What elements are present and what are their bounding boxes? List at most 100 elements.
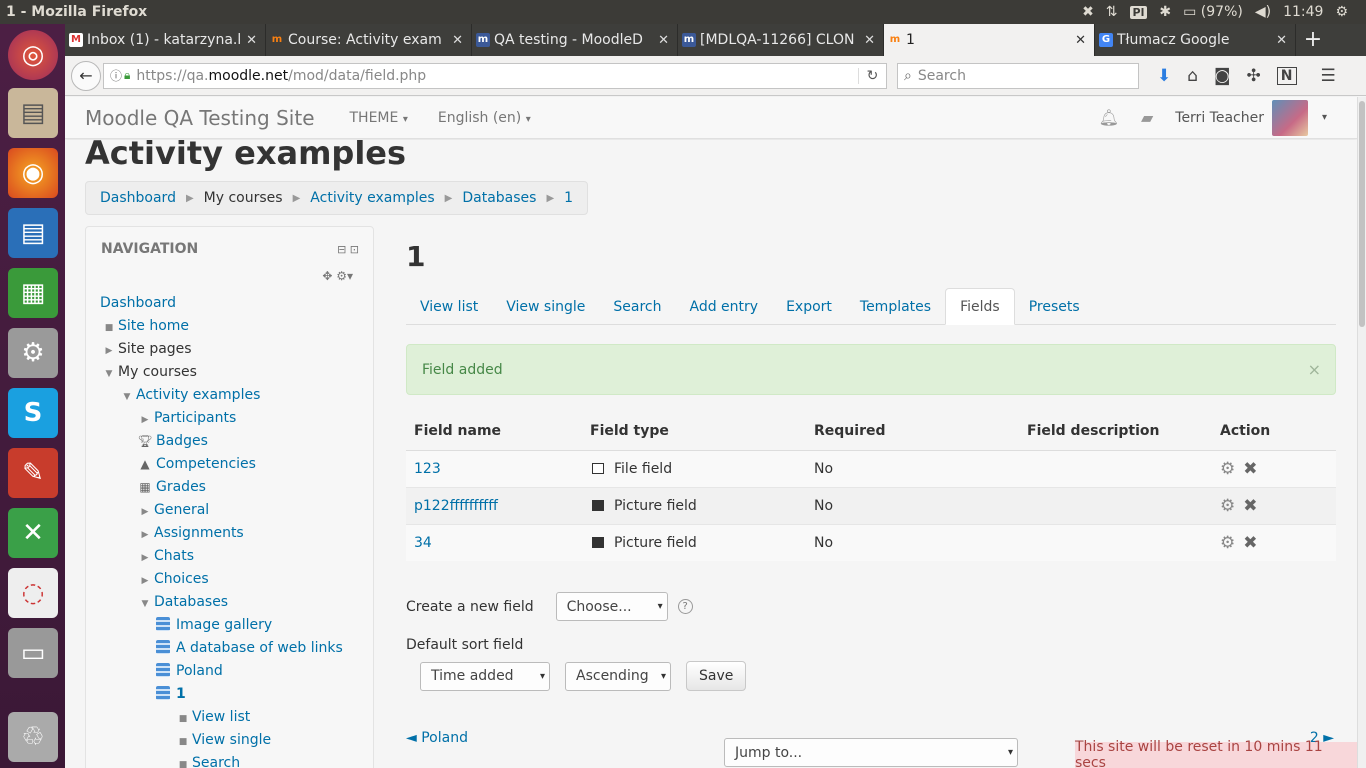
collapse-block-icon[interactable]: ⊟	[337, 243, 346, 256]
nav-item-badges[interactable]: 🏆︎ Badges	[136, 433, 208, 449]
messages-icon[interactable]: ▰	[1141, 108, 1153, 127]
create-field-select[interactable]: Choose...	[555, 592, 668, 621]
system-settings-icon[interactable]: ⚙	[1335, 4, 1348, 20]
xmind-icon[interactable]: ✕	[8, 508, 58, 558]
reload-icon[interactable]: ↻	[858, 67, 886, 84]
extension-icon[interactable]: ✣	[1247, 66, 1261, 86]
remote-desktop-icon[interactable]: ▭	[8, 628, 58, 678]
breadcrumb-current[interactable]: 1	[564, 190, 573, 206]
nav-item-image-gallery[interactable]: Image gallery	[156, 617, 272, 633]
browser-tab-inbox[interactable]: M Inbox (1) - katarzyna.k ✕	[65, 24, 266, 56]
system-tools-icon[interactable]: ⚙	[8, 328, 58, 378]
close-tab-icon[interactable]: ✕	[1075, 33, 1086, 48]
network-icon[interactable]: ✖	[1082, 4, 1094, 20]
back-button[interactable]: ←	[71, 60, 101, 91]
nav-item-web-links-db[interactable]: A database of web links	[156, 640, 343, 656]
nav-item-choices[interactable]: ▶ Choices	[136, 571, 209, 587]
dock-block-icon[interactable]: ⊡	[350, 243, 359, 256]
calc-icon[interactable]: ▦	[8, 268, 58, 318]
delete-icon[interactable]: ✖	[1243, 533, 1257, 553]
extension-n-icon[interactable]: N	[1276, 66, 1297, 85]
breadcrumb-databases[interactable]: Databases	[462, 190, 536, 206]
url-bar[interactable]: ⓘ 🔒︎ https://qa.moodle.net/mod/data/fiel…	[103, 62, 887, 89]
nav-item-current-db[interactable]: 1	[156, 686, 186, 702]
browser-tab-current[interactable]: m 1 ✕	[884, 24, 1095, 56]
delete-icon[interactable]: ✖	[1243, 459, 1257, 479]
download-icon[interactable]: ⬇	[1157, 66, 1171, 86]
volume-icon[interactable]: ◀)	[1255, 4, 1271, 20]
nav-item-general[interactable]: ▶ General	[136, 502, 210, 518]
theme-menu[interactable]: THEME ▾	[350, 110, 408, 126]
breadcrumb-dashboard[interactable]: Dashboard	[100, 190, 176, 206]
close-tab-icon[interactable]: ✕	[1276, 33, 1287, 48]
nav-item-search[interactable]: ■ Search	[174, 755, 240, 768]
nav-item-activity-examples[interactable]: ▼ Activity examples	[118, 387, 261, 403]
bluetooth-icon[interactable]: ✱	[1159, 4, 1171, 20]
field-name-link[interactable]: 123	[414, 461, 441, 477]
sort-field-select[interactable]: Time added	[420, 661, 550, 691]
tab-search[interactable]: Search	[599, 288, 675, 325]
browser-search-bar[interactable]: ⌕ Search	[897, 62, 1139, 89]
nav-item-my-courses[interactable]: ▼ My courses	[100, 364, 197, 380]
nav-item-view-list[interactable]: ■ View list	[174, 709, 251, 725]
nav-item-assignments[interactable]: ▶ Assignments	[136, 525, 244, 541]
close-tab-icon[interactable]: ✕	[452, 33, 463, 48]
skype-icon[interactable]: S	[8, 388, 58, 438]
sort-order-select[interactable]: Ascending	[565, 661, 671, 691]
tab-presets[interactable]: Presets	[1015, 288, 1094, 325]
browser-tab-translate[interactable]: G Tłumacz Google ✕	[1095, 24, 1296, 56]
site-name-link[interactable]: Moodle QA Testing Site	[85, 106, 315, 130]
nav-item-participants[interactable]: ▶ Participants	[136, 410, 237, 426]
field-name-link[interactable]: p122ffffffffff	[414, 498, 498, 514]
transfer-icon[interactable]: ⇅	[1106, 4, 1118, 20]
new-tab-button[interactable]: +	[1296, 24, 1330, 56]
firefox-icon[interactable]: ◉	[8, 148, 58, 198]
writer-icon[interactable]: ▤	[8, 208, 58, 258]
nav-item-view-single[interactable]: ■ View single	[174, 732, 271, 748]
nav-item-competencies[interactable]: ▲ Competencies	[136, 456, 256, 472]
close-tab-icon[interactable]: ✕	[246, 33, 257, 48]
help-icon[interactable]: ?	[677, 599, 693, 614]
scrollbar-thumb[interactable]	[1359, 101, 1365, 327]
ubuntu-dash-icon[interactable]: ◎	[8, 30, 58, 80]
field-name-link[interactable]: 34	[414, 535, 432, 551]
browser-tab-qa-testing[interactable]: m QA testing - MoodleD ✕	[472, 24, 678, 56]
nav-item-chats[interactable]: ▶ Chats	[136, 548, 194, 564]
file-manager-icon[interactable]: ▤	[8, 88, 58, 138]
pocket-icon[interactable]: ◙	[1214, 66, 1231, 86]
browser-tab-mdlqa[interactable]: m [MDLQA-11266] CLON ✕	[678, 24, 884, 56]
move-icon[interactable]: ✥	[322, 269, 332, 283]
tab-templates[interactable]: Templates	[846, 288, 945, 325]
close-tab-icon[interactable]: ✕	[658, 33, 669, 48]
nav-item-databases[interactable]: ▼ Databases	[136, 594, 229, 610]
tab-fields[interactable]: Fields	[945, 288, 1015, 325]
nav-item-site-pages[interactable]: ▶ Site pages	[100, 341, 192, 357]
user-menu[interactable]: Terri Teacher ▾	[1175, 99, 1327, 136]
delete-icon[interactable]: ✖	[1243, 496, 1257, 516]
previous-activity-link[interactable]: ◄ Poland	[406, 730, 468, 746]
tab-export[interactable]: Export	[772, 288, 846, 325]
trash-icon[interactable]: ♲	[8, 712, 58, 762]
hamburger-menu-icon[interactable]: ☰	[1321, 66, 1336, 86]
battery-indicator[interactable]: ▭ (97%)	[1183, 4, 1243, 20]
keyboard-layout-indicator[interactable]: Pl	[1129, 5, 1148, 19]
nav-item-site-home[interactable]: ■ Site home	[100, 318, 189, 334]
save-button[interactable]: Save	[686, 661, 747, 691]
paint-icon[interactable]: ✎	[8, 448, 58, 498]
close-tab-icon[interactable]: ✕	[864, 33, 875, 48]
browser-tab-course[interactable]: m Course: Activity exam ✕	[266, 24, 472, 56]
nav-item-grades[interactable]: ▦ Grades	[136, 479, 206, 495]
tab-view-list[interactable]: View list	[406, 288, 492, 325]
jump-to-select[interactable]: Jump to...	[724, 738, 1018, 767]
gear-icon[interactable]: ⚙▾	[336, 269, 353, 283]
document-viewer-icon[interactable]: ◌	[8, 568, 58, 618]
breadcrumb-activity-examples[interactable]: Activity examples	[310, 190, 434, 206]
tab-add-entry[interactable]: Add entry	[675, 288, 772, 325]
gear-icon[interactable]: ⚙	[1220, 459, 1235, 479]
nav-item-poland[interactable]: Poland	[156, 663, 223, 679]
notifications-bell-icon[interactable]: 🔔︎	[1099, 108, 1119, 127]
tab-view-single[interactable]: View single	[492, 288, 599, 325]
gear-icon[interactable]: ⚙	[1220, 496, 1235, 516]
language-menu[interactable]: English (en) ▾	[438, 110, 531, 126]
site-info-icon[interactable]: ⓘ	[110, 67, 122, 84]
